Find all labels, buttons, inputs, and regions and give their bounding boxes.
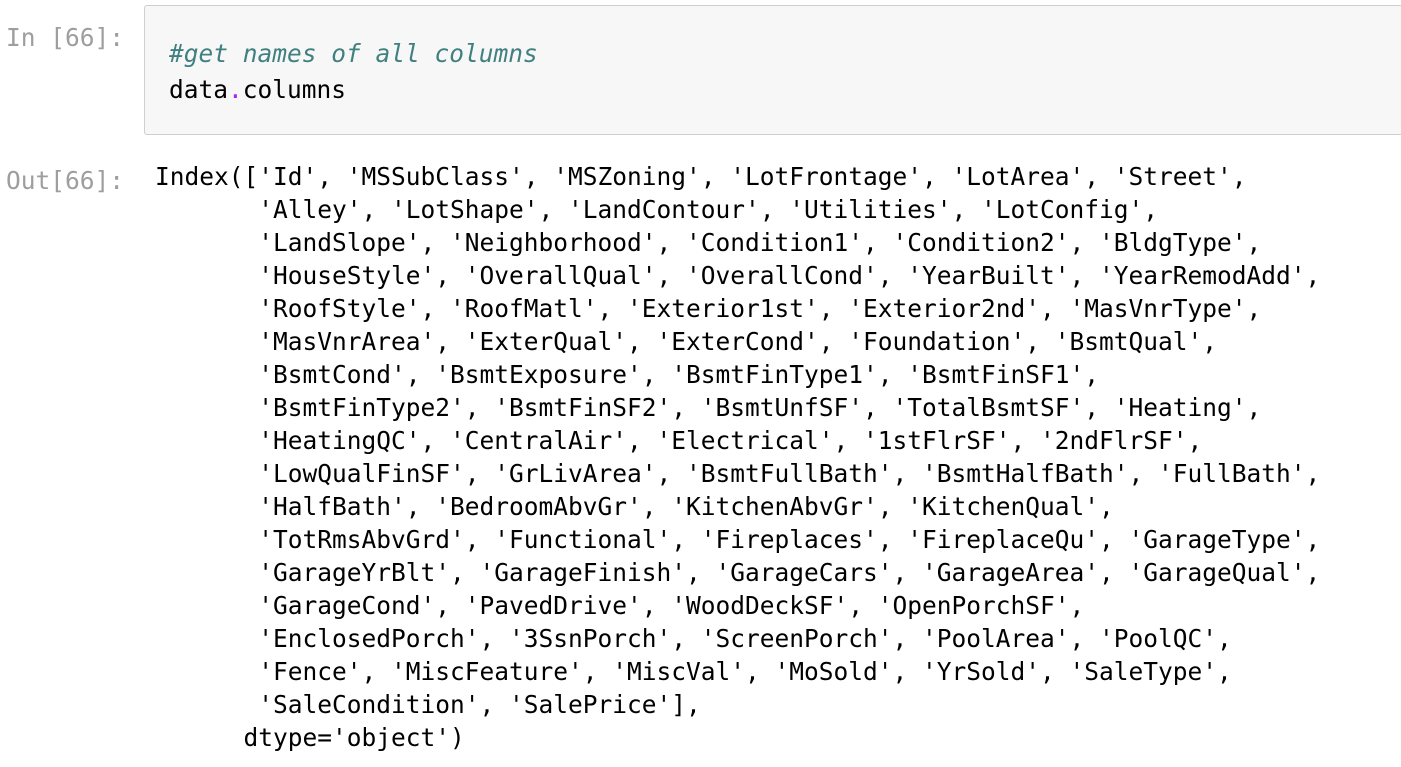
output-line: 'GarageCond', 'PavedDrive', 'WoodDeckSF'…	[155, 591, 1085, 620]
code-line-1: #get names of all columns	[169, 37, 538, 70]
output-line: 'BsmtCond', 'BsmtExposure', 'BsmtFinType…	[155, 360, 1100, 389]
output-line: 'Fence', 'MiscFeature', 'MiscVal', 'MoSo…	[155, 657, 1232, 686]
code-object: data	[169, 75, 229, 104]
output-line: 'HeatingQC', 'CentralAir', 'Electrical',…	[155, 426, 1203, 455]
output-line: 'LowQualFinSF', 'GrLivArea', 'BsmtFullBa…	[155, 459, 1321, 488]
output-line: 'TotRmsAbvGrd', 'Functional', 'Fireplace…	[155, 525, 1321, 554]
output-line: 'SaleCondition', 'SalePrice'],	[155, 690, 701, 719]
output-line: 'RoofStyle', 'RoofMatl', 'Exterior1st', …	[155, 294, 1262, 323]
output-line: 'Alley', 'LotShape', 'LandContour', 'Uti…	[155, 195, 1159, 224]
output-line: 'GarageYrBlt', 'GarageFinish', 'GarageCa…	[155, 558, 1321, 587]
output-line: dtype='object')	[155, 723, 465, 752]
output-line: 'HouseStyle', 'OverallQual', 'OverallCon…	[155, 261, 1321, 290]
cell-output-area: Index(['Id', 'MSSubClass', 'MSZoning', '…	[155, 160, 1399, 754]
input-prompt: In [66]:	[6, 23, 125, 52]
output-line: 'HalfBath', 'BedroomAbvGr', 'KitchenAbvG…	[155, 492, 1114, 521]
output-line: 'EnclosedPorch', '3SsnPorch', 'ScreenPor…	[155, 624, 1232, 653]
output-prompt: Out[66]:	[6, 166, 125, 195]
code-comment: #get names of all columns	[169, 39, 538, 68]
code-input-area[interactable]: #get names of all columns data.columns	[144, 5, 1401, 135]
output-line: 'BsmtFinType2', 'BsmtFinSF2', 'BsmtUnfSF…	[155, 393, 1262, 422]
output-line: 'LandSlope', 'Neighborhood', 'Condition1…	[155, 228, 1262, 257]
output-line: Index(['Id', 'MSSubClass', 'MSZoning', '…	[155, 162, 1247, 191]
code-dot-operator: .	[228, 75, 243, 104]
code-line-2: data.columns	[169, 73, 346, 106]
code-attribute: columns	[242, 75, 347, 104]
output-line: 'MasVnrArea', 'ExterQual', 'ExterCond', …	[155, 327, 1218, 356]
